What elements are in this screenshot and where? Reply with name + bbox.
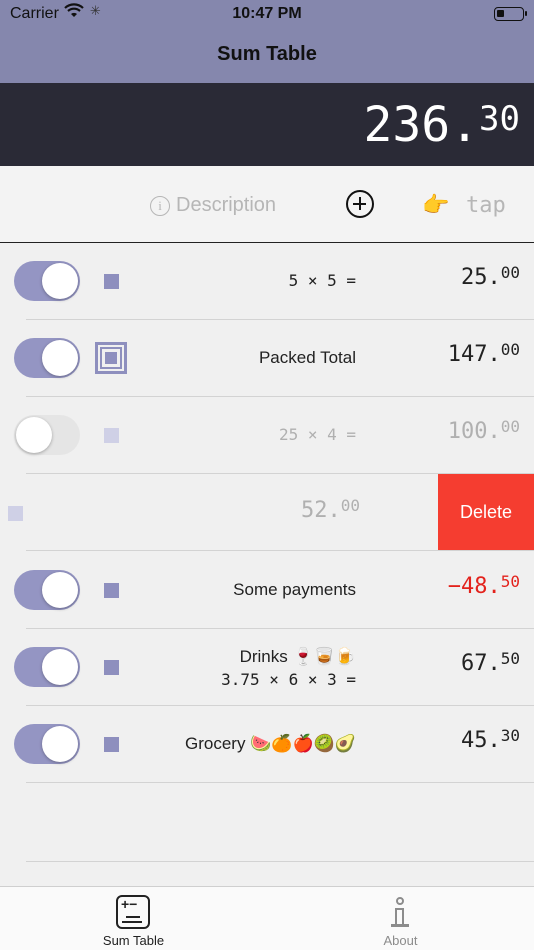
amount-integer: 45. — [460, 728, 501, 753]
toggle-knob — [42, 649, 78, 685]
tab-label: Sum Table — [102, 933, 165, 948]
delete-button[interactable]: Delete — [438, 474, 534, 551]
toggle-knob — [16, 417, 52, 453]
row-amount: 147.00 — [447, 340, 520, 367]
list-item[interactable]: Grocery 🍉🍊🍎🥝🥑 45.30 — [0, 706, 534, 783]
row-toggle[interactable] — [14, 261, 80, 301]
amount-decimal: 00 — [500, 340, 520, 359]
row-square-icon[interactable] — [104, 274, 119, 289]
toggle-knob — [42, 572, 78, 608]
total-amount: 236.30 — [363, 97, 520, 153]
input-bar: i Description 👉 tap — [0, 166, 534, 243]
total-integer: 236. — [363, 97, 480, 153]
row-label: Packed Total — [258, 348, 356, 367]
list-item[interactable]: Some payments −48.50 — [0, 552, 534, 629]
amount-integer: 147. — [447, 342, 501, 367]
row-toggle[interactable] — [14, 647, 80, 687]
list-item-swiped[interactable]: 52.00 Delete — [0, 474, 534, 551]
list-item[interactable]: 5 × 5 = 25.00 — [0, 243, 534, 320]
tab-label: About — [383, 933, 418, 948]
row-divider — [26, 782, 534, 783]
tab-about[interactable]: About — [267, 887, 534, 950]
amount-decimal: 00 — [340, 496, 360, 515]
row-divider — [26, 550, 534, 551]
list-item[interactable]: Packed Total 147.00 — [0, 320, 534, 397]
row-amount: −48.50 — [447, 572, 520, 599]
battery-icon — [494, 7, 527, 21]
row-amount: 25.00 — [460, 263, 520, 290]
row-toggle[interactable] — [14, 415, 80, 455]
list-item[interactable]: Drinks 🍷🥃🍺 3.75 × 6 × 3 = 67.50 — [0, 629, 534, 706]
row-label: 5 × 5 = — [288, 271, 356, 290]
tab-bar: +− Sum Table About — [0, 886, 534, 950]
amount-integer: 100. — [447, 419, 501, 444]
amount-decimal: 50 — [500, 572, 520, 591]
total-decimal: 30 — [479, 99, 520, 139]
page-title: Sum Table — [217, 43, 317, 65]
toggle-knob — [42, 263, 78, 299]
row-square-icon[interactable] — [104, 583, 119, 598]
row-toggle[interactable] — [14, 724, 80, 764]
amount-decimal: 50 — [500, 649, 520, 668]
amount-integer: 67. — [460, 651, 501, 676]
row-label-line1: Drinks 🍷🥃🍺 — [239, 647, 356, 666]
list-item[interactable]: 25 × 4 = 100.00 — [0, 397, 534, 474]
amount-decimal: 00 — [500, 417, 520, 436]
amount-integer: 25. — [460, 265, 501, 290]
amount-decimal: 30 — [500, 726, 520, 745]
row-square-icon[interactable] — [8, 506, 23, 521]
amount-integer: 52. — [300, 498, 341, 523]
packed-group-icon[interactable] — [95, 342, 127, 374]
description-input[interactable]: i Description — [150, 194, 276, 217]
row-label: Some payments — [233, 580, 356, 599]
pointing-hand-icon: 👉 — [422, 192, 450, 217]
status-bar: Carrier ✳ 10:47 PM — [0, 0, 534, 28]
tap-input[interactable]: tap — [466, 193, 506, 218]
row-amount: 52.00 — [300, 496, 360, 523]
row-amount: 45.30 — [460, 726, 520, 753]
sum-table-icon: +− — [116, 895, 150, 929]
row-label: Grocery 🍉🍊🍎🥝🥑 — [184, 734, 356, 753]
row-square-icon[interactable] — [104, 737, 119, 752]
add-row-button[interactable] — [346, 190, 374, 218]
row-toggle[interactable] — [14, 570, 80, 610]
list-bottom-divider — [26, 861, 534, 862]
row-label: 25 × 4 = — [278, 425, 356, 444]
info-icon: i — [150, 196, 170, 216]
row-square-icon[interactable] — [104, 660, 119, 675]
amount-integer: −48. — [447, 574, 501, 599]
info-icon — [388, 897, 412, 929]
amount-decimal: 00 — [500, 263, 520, 282]
toggle-knob — [42, 340, 78, 376]
navigation-bar: Sum Table — [0, 28, 534, 83]
row-toggle[interactable] — [14, 338, 80, 378]
description-placeholder: Description — [176, 194, 277, 216]
row-label-line2: 3.75 × 6 × 3 = — [221, 670, 356, 689]
row-amount: 67.50 — [460, 649, 520, 676]
tab-sum-table[interactable]: +− Sum Table — [0, 887, 267, 950]
row-label: Drinks 🍷🥃🍺 3.75 × 6 × 3 = — [221, 645, 356, 691]
status-time: 10:47 PM — [232, 5, 302, 22]
total-display: 236.30 — [0, 83, 534, 166]
row-amount: 100.00 — [447, 417, 520, 444]
toggle-knob — [42, 726, 78, 762]
row-square-icon[interactable] — [104, 428, 119, 443]
